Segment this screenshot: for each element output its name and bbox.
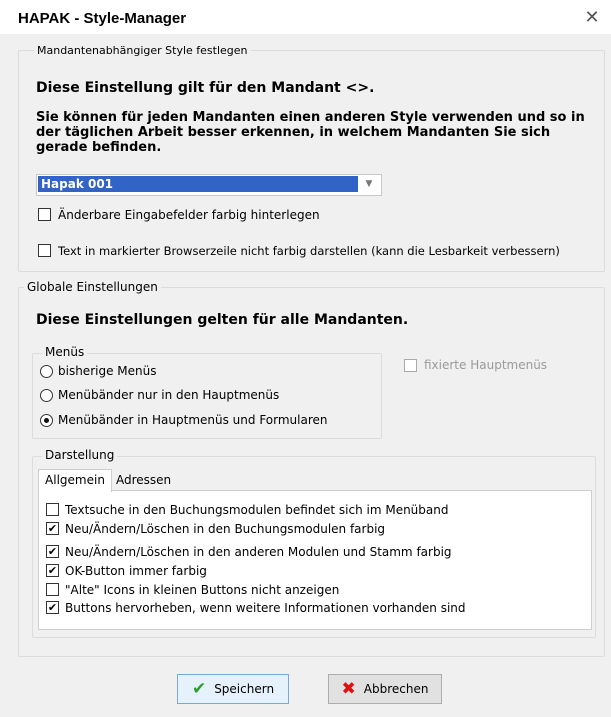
display-option-checkbox[interactable] <box>46 503 59 516</box>
mandant-heading: Diese Einstellung gilt für den Mandant <… <box>36 80 375 96</box>
menus-option-main-only-radio[interactable] <box>40 389 53 402</box>
menus-option-legacy-radio[interactable] <box>40 365 53 378</box>
fixed-main-menus-checkbox[interactable] <box>404 359 417 372</box>
window-title: HAPAK - Style-Manager <box>18 10 187 27</box>
display-option-label: OK-Button immer farbig <box>65 564 207 578</box>
browser-row-checkbox[interactable] <box>38 244 51 257</box>
display-option-label: Neu/Ändern/Löschen in den Buchungsmodule… <box>65 522 386 536</box>
display-option-label: "Alte" Icons in kleinen Buttons nicht an… <box>65 583 340 597</box>
mandant-style-group-legend: Mandantenabhängiger Style festlegen <box>34 44 251 57</box>
global-settings-legend: Globale Einstellungen <box>24 280 161 294</box>
tab-allgemein[interactable]: Allgemein <box>38 469 112 492</box>
menus-option-legacy-label: bisherige Menüs <box>58 364 157 378</box>
fixed-main-menus-label: fixierte Hauptmenüs <box>424 358 548 372</box>
fields-colored-label: Änderbare Eingabefelder farbig hinterleg… <box>58 208 320 222</box>
mandant-description: Sie können für jeden Mandanten einen and… <box>36 110 585 155</box>
display-option-checkbox[interactable]: ✔ <box>46 522 59 535</box>
display-option-label: Textsuche in den Buchungsmodulen befinde… <box>65 503 449 517</box>
display-legend: Darstellung <box>42 448 118 462</box>
browser-row-label: Text in markierter Browserzeile nicht fa… <box>58 244 560 258</box>
menus-option-main-only-label: Menübänder nur in den Hauptmenüs <box>58 388 280 402</box>
tab-adressen[interactable]: Adressen <box>116 470 172 490</box>
close-icon[interactable]: ✕ <box>580 6 604 30</box>
display-option-checkbox[interactable]: ✔ <box>46 564 59 577</box>
display-option-checkbox[interactable]: ✔ <box>46 545 59 558</box>
menus-legend: Menüs <box>42 345 88 359</box>
chevron-down-icon[interactable]: ▼ <box>360 176 378 192</box>
menus-option-main-and-forms-radio[interactable] <box>40 414 53 427</box>
menus-option-main-and-forms-label: Menübänder in Hauptmenüs und Formularen <box>58 413 328 427</box>
display-option-label: Buttons hervorheben, wenn weitere Inform… <box>65 601 466 615</box>
checkmark-icon: ✔ <box>191 679 207 699</box>
global-heading: Diese Einstellungen gelten für alle Mand… <box>36 312 409 328</box>
cancel-button-label: Abbrechen <box>363 682 429 696</box>
save-button-label: Speichern <box>214 682 275 696</box>
fields-colored-checkbox[interactable] <box>38 208 51 221</box>
cross-icon: ✖ <box>341 679 356 699</box>
style-select-value: Hapak 001 <box>38 176 358 192</box>
display-option-label: Neu/Ändern/Löschen in den anderen Module… <box>65 545 452 559</box>
save-button[interactable]: ✔ Speichern <box>177 674 289 704</box>
cancel-button[interactable]: ✖ Abbrechen <box>328 674 442 704</box>
display-option-checkbox[interactable]: ✔ <box>46 601 59 614</box>
display-option-checkbox[interactable] <box>46 583 59 596</box>
